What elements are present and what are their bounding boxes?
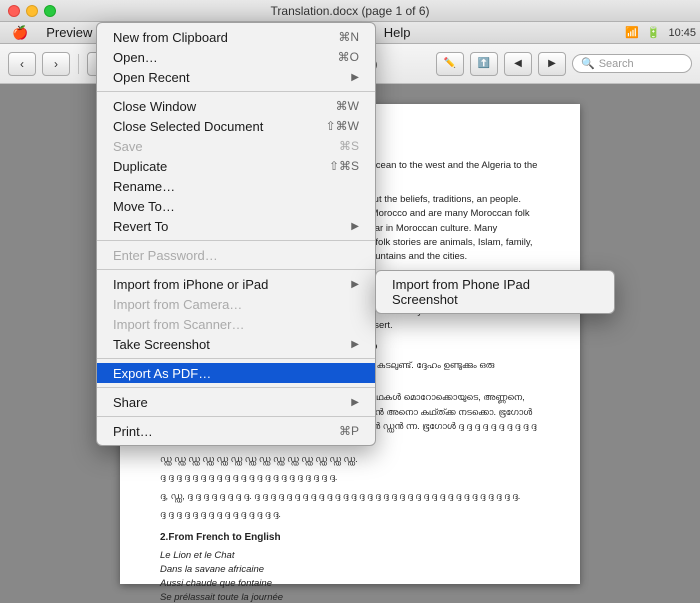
doc-section-french: 2.From French to English (160, 530, 540, 545)
sep-6 (97, 416, 375, 417)
minimize-button[interactable] (26, 5, 38, 17)
apple-menu[interactable]: 🍎 (4, 23, 36, 43)
arrow-screenshot: ▶ (351, 339, 359, 350)
menu-new-clipboard[interactable]: New from Clipboard ⌘N (97, 27, 375, 47)
doc-french-2: Dans la savane africaine (160, 563, 540, 577)
doc-para-malayalam-4: ദ്ദ ദ്ദ ദ്ദ ദ്ദ ദ്ദ ദ്ദ ദ്ദ ദ്ദ ദ്ദ ദ്ദ … (160, 470, 540, 484)
menu-move-to[interactable]: Move To… (97, 196, 375, 216)
doc-french-1: Le Lion et le Chat (160, 549, 540, 563)
doc-para-malayalam-6: ദ്ദ ദ്ദ ദ്ദ ദ്ദ ദ്ദ ദ്ദ ദ്ദ ദ്ദ ദ്ദ ദ്ദ … (160, 507, 540, 521)
menu-help[interactable]: Help (376, 23, 419, 42)
nav-prev-page[interactable]: ◀ (504, 52, 532, 76)
sep-4 (97, 358, 375, 359)
share-button[interactable]: ⬆️ (470, 52, 498, 76)
menu-import-scanner: Import from Scanner… (97, 314, 375, 334)
sep-1 (97, 91, 375, 92)
battery-icon: 🔋 (647, 26, 661, 39)
import-submenu: Import from Phone IPad Screenshot (375, 270, 615, 314)
menu-close-window[interactable]: Close Window ⌘W (97, 96, 375, 116)
title-bar: Translation.docx (page 1 of 6) (0, 0, 700, 22)
arrow-revert: ▶ (351, 221, 359, 232)
menu-take-screenshot[interactable]: Take Screenshot ▶ (97, 334, 375, 354)
traffic-lights (8, 5, 56, 17)
arrow-open-recent: ▶ (351, 72, 359, 83)
toolbar-separator-1 (78, 54, 79, 74)
maximize-button[interactable] (44, 5, 56, 17)
edit-button[interactable]: ✏️ (436, 52, 464, 76)
menu-open-recent[interactable]: Open Recent ▶ (97, 67, 375, 87)
shortcut-close: ⌘W (336, 99, 359, 113)
menu-enter-password: Enter Password… (97, 245, 375, 265)
menu-duplicate[interactable]: Duplicate ⇧⌘S (97, 156, 375, 176)
menu-open[interactable]: Open… ⌘O (97, 47, 375, 67)
search-box[interactable]: 🔍 Search (572, 54, 692, 73)
menu-import-camera: Import from Camera… (97, 294, 375, 314)
menu-close-selected[interactable]: Close Selected Document ⇧⌘W (97, 116, 375, 136)
shortcut-save: ⌘S (339, 139, 359, 153)
shortcut-close-selected: ⇧⌘W (326, 119, 359, 133)
menu-save: Save ⌘S (97, 136, 375, 156)
doc-para-malayalam-5: ദ്ദ, ഡ്ഡ, ദ്ദ ദ്ദ ദ്ദ ദ്ദ ദ്ദ ദ്ദ ദ്ദ ദ്… (160, 489, 540, 503)
search-placeholder: Search (599, 58, 634, 70)
menu-share[interactable]: Share ▶ (97, 392, 375, 412)
menu-bar-right: 📶 🔋 10:45 (625, 26, 696, 39)
menu-preview[interactable]: Preview (38, 23, 100, 42)
doc-french-4: Se prélassait toute la journée (160, 591, 540, 603)
nav-forward-button[interactable]: › (42, 52, 70, 76)
shortcut-new: ⌘N (338, 30, 359, 44)
menu-print[interactable]: Print… ⌘P (97, 421, 375, 441)
menu-rename[interactable]: Rename… (97, 176, 375, 196)
wifi-icon: 📶 (625, 26, 639, 39)
shortcut-open: ⌘O (338, 50, 359, 64)
window-title: Translation.docx (page 1 of 6) (271, 4, 430, 18)
sep-5 (97, 387, 375, 388)
nav-back-button[interactable]: ‹ (8, 52, 36, 76)
doc-french-3: Aussi chaude que fontaine (160, 577, 540, 591)
menu-revert-to[interactable]: Revert To ▶ (97, 216, 375, 236)
close-button[interactable] (8, 5, 20, 17)
arrow-import-iphone: ▶ (351, 279, 359, 290)
shortcut-duplicate: ⇧⌘S (329, 159, 359, 173)
search-icon: 🔍 (581, 57, 595, 70)
menu-export-pdf[interactable]: Export As PDF… (97, 363, 375, 383)
arrow-share: ▶ (351, 397, 359, 408)
menu-import-iphone[interactable]: Import from iPhone or iPad ▶ Import from… (97, 274, 375, 294)
submenu-import-screenshot[interactable]: Import from Phone IPad Screenshot (376, 275, 614, 309)
shortcut-print: ⌘P (339, 424, 359, 438)
nav-next-page[interactable]: ▶ (538, 52, 566, 76)
clock: 10:45 (668, 27, 696, 39)
sep-3 (97, 269, 375, 270)
doc-para-malayalam-3: ഡ്ഡ ഡ്ഡ ഡ്ഡ ഡ്ഡ ഡ്ഡ ഡ്ഡ ഡ്ഡ ഡ്ഡ ഡ്ഡ ഡ്ഡ … (160, 452, 540, 466)
sep-2 (97, 240, 375, 241)
file-menu-dropdown: New from Clipboard ⌘N Open… ⌘O Open Rece… (96, 22, 376, 446)
